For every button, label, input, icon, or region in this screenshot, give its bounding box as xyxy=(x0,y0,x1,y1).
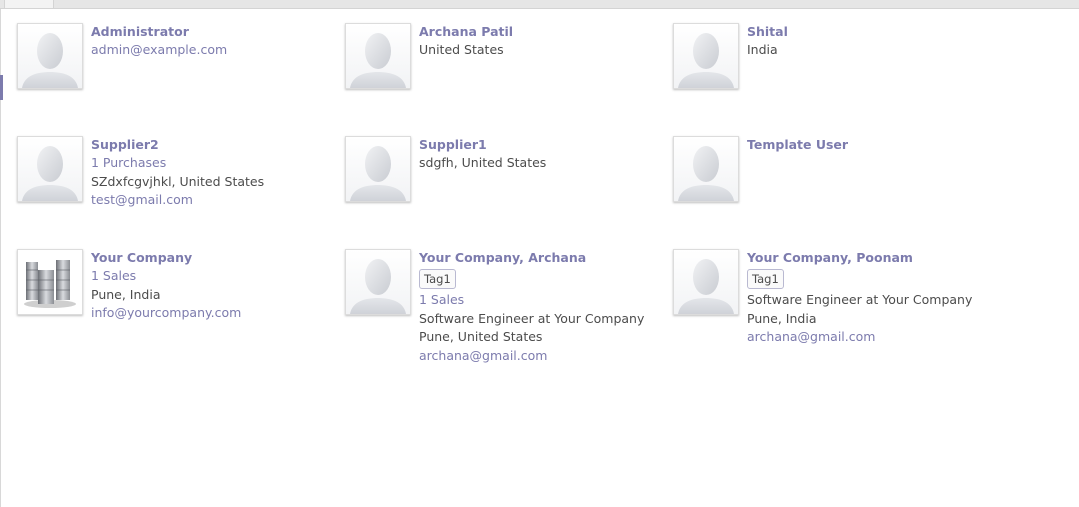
contact-count-link[interactable]: 1 Sales xyxy=(91,267,327,286)
contact-info: Template User xyxy=(747,137,983,154)
person-placeholder-icon[interactable] xyxy=(345,249,411,315)
contact-card[interactable]: Supplier2 1 Purchases SZdxfcgvjhkl, United… xyxy=(17,136,327,256)
person-placeholder-icon[interactable] xyxy=(673,23,739,89)
contact-card[interactable]: Supplier1 sdgfh, United States xyxy=(345,136,655,256)
contact-info: Supplier2 1 Purchases SZdxfcgvjhkl, United… xyxy=(91,137,327,210)
contact-email-link[interactable]: archana@gmail.com xyxy=(747,328,983,347)
contact-info: Shital India xyxy=(747,24,983,60)
contact-card[interactable]: Your Company 1 Sales Pune, India info@yourc… xyxy=(17,249,327,369)
top-bar xyxy=(0,0,1079,9)
contact-detail: India xyxy=(747,42,778,57)
contact-info: Supplier1 sdgfh, United States xyxy=(419,137,655,173)
tag-badge[interactable]: Tag1 xyxy=(419,269,456,289)
contact-info: Archana Patil United States xyxy=(419,24,655,60)
contact-detail: Pune, India xyxy=(91,286,161,302)
tag-badge[interactable]: Tag1 xyxy=(747,269,784,289)
contact-name[interactable]: Template User xyxy=(747,137,983,154)
contact-card[interactable]: Template User xyxy=(673,136,983,256)
contact-detail: Software Engineer at Your Company xyxy=(747,292,973,307)
contact-name[interactable]: Administrator xyxy=(91,24,327,41)
contact-email-link[interactable]: archana@gmail.com xyxy=(419,347,655,366)
contact-detail: SZdxfcgvjhkl, United States xyxy=(91,173,265,189)
person-placeholder-icon[interactable] xyxy=(345,136,411,202)
contact-name[interactable]: Archana Patil xyxy=(419,24,655,41)
person-placeholder-icon[interactable] xyxy=(17,23,83,89)
contact-card[interactable]: Administrator admin@example.com xyxy=(17,23,327,143)
contact-email-link[interactable]: test@gmail.com xyxy=(91,191,327,210)
contact-card[interactable]: Your Company, Archana Tag1 1 Sales Software… xyxy=(345,249,655,369)
person-placeholder-icon[interactable] xyxy=(673,136,739,202)
contact-info: Your Company 1 Sales Pune, India info@yourc… xyxy=(91,250,327,323)
contact-name[interactable]: Your Company, Poonam xyxy=(747,250,983,267)
contact-email-link[interactable]: admin@example.com xyxy=(91,41,327,60)
contact-detail: Pune, India xyxy=(747,310,817,326)
contact-detail: Pune, United States xyxy=(419,329,543,344)
contact-email-link[interactable]: info@yourcompany.com xyxy=(91,304,327,323)
contact-name[interactable]: Supplier1 xyxy=(419,137,655,154)
contact-detail: Software Engineer at Your Company xyxy=(419,310,645,326)
top-tab[interactable] xyxy=(4,0,54,8)
contact-card[interactable]: Your Company, Poonam Tag1 Software Enginee… xyxy=(673,249,983,369)
person-placeholder-icon[interactable] xyxy=(673,249,739,315)
person-placeholder-icon[interactable] xyxy=(17,136,83,202)
contact-name[interactable]: Supplier2 xyxy=(91,137,327,154)
contact-card[interactable]: Shital India xyxy=(673,23,983,143)
contact-count-link[interactable]: 1 Sales xyxy=(419,291,655,310)
contact-info: Your Company, Archana Tag1 1 Sales Software… xyxy=(419,250,655,365)
contact-card[interactable]: Archana Patil United States xyxy=(345,23,655,143)
contact-name[interactable]: Your Company xyxy=(91,250,327,267)
contact-info: Your Company, Poonam Tag1 Software Enginee… xyxy=(747,250,983,347)
company-buildings-icon[interactable] xyxy=(17,249,83,315)
contact-name[interactable]: Shital xyxy=(747,24,983,41)
contact-detail: United States xyxy=(419,42,504,57)
person-placeholder-icon[interactable] xyxy=(345,23,411,89)
sidebar-active-marker xyxy=(0,75,3,100)
contact-detail: sdgfh, United States xyxy=(419,155,547,170)
contact-count-link[interactable]: 1 Purchases xyxy=(91,154,327,173)
contact-name[interactable]: Your Company, Archana xyxy=(419,250,655,267)
contact-info: Administrator admin@example.com xyxy=(91,24,327,60)
